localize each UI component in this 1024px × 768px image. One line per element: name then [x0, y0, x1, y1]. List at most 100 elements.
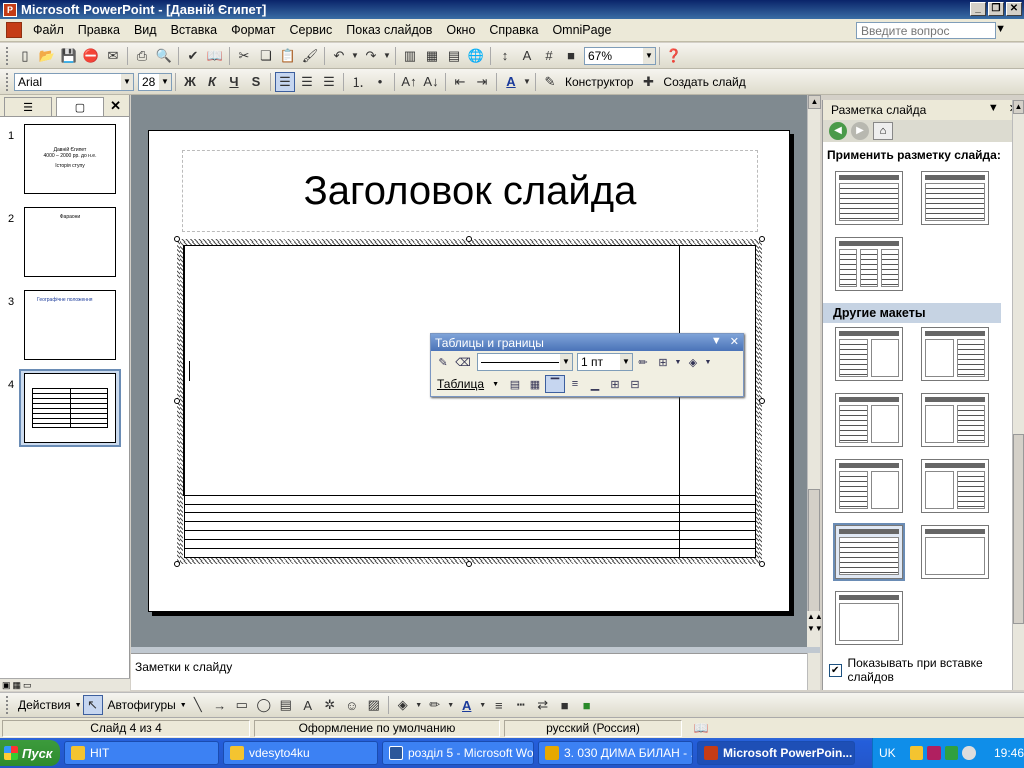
window-title-bar[interactable]: P Microsoft PowerPoint - [Давній Єгипет]…	[0, 0, 1024, 19]
designer-icon[interactable]: ✎	[540, 72, 560, 92]
print-icon[interactable]: ⎙	[132, 46, 152, 66]
font-color-icon[interactable]: A	[501, 72, 521, 92]
redo-dropdown-icon[interactable]: ▼	[383, 46, 391, 66]
eraser-icon[interactable]: ⌫	[453, 353, 473, 371]
merge-cells-icon[interactable]: ▤	[505, 375, 525, 393]
align-right-icon[interactable]: ☰	[319, 72, 339, 92]
tray-icon[interactable]	[962, 746, 976, 760]
next-slide-icon[interactable]: ▼▼	[807, 623, 823, 635]
line-style-icon[interactable]: ≡	[489, 695, 509, 715]
font-size-dropdown-icon[interactable]: ▼	[159, 73, 171, 90]
minimize-button[interactable]: _	[970, 2, 986, 16]
toolbar-close-icon[interactable]: ✕	[730, 335, 739, 348]
align-top-icon[interactable]: ▔	[545, 375, 565, 393]
table-cell[interactable]	[678, 503, 757, 514]
task-pane-scrollbar[interactable]: ▲	[1012, 100, 1024, 690]
new-icon[interactable]: ▯	[15, 46, 35, 66]
fill-color-dropdown-icon[interactable]: ▼	[415, 695, 423, 715]
resize-handle[interactable]	[466, 236, 472, 242]
show-on-insert-option[interactable]: ✔ Показывать при вставке слайдов	[823, 656, 1024, 684]
layout-option[interactable]	[921, 393, 989, 447]
help-icon[interactable]: ❓	[664, 46, 684, 66]
3d-style-icon[interactable]: ■	[577, 695, 597, 715]
italic-button[interactable]: К	[202, 72, 222, 92]
menu-file[interactable]: Файл	[26, 23, 71, 37]
select-pointer-icon[interactable]: ↖	[82, 695, 103, 715]
help-dropdown-icon[interactable]: ▼	[995, 23, 1006, 35]
outside-borders-icon[interactable]: ⊞	[653, 353, 673, 371]
task-button[interactable]: 3. 030 ДИМА БИЛАН - ...	[538, 741, 693, 765]
oval-icon[interactable]: ◯	[254, 695, 274, 715]
new-slide-button[interactable]: Создать слайд	[663, 75, 745, 89]
undo-icon[interactable]: ↶	[329, 46, 349, 66]
close-button[interactable]: ✕	[1006, 2, 1022, 16]
resize-handle[interactable]	[759, 398, 765, 404]
border-width-select[interactable]: 1 пт ▼	[577, 353, 633, 371]
slide-thumbnail-1[interactable]: Давній Єгипет 4000 – 2000 рр. до н.е. Іс…	[24, 124, 116, 194]
notes-pane[interactable]: Заметки к слайду	[131, 653, 820, 690]
slide-thumbnail-2[interactable]: Фараони	[24, 207, 116, 277]
save-icon[interactable]: 💾	[59, 46, 79, 66]
border-style-select[interactable]: ▼	[477, 353, 573, 371]
help-search-input[interactable]	[856, 22, 996, 39]
designer-button[interactable]: Конструктор	[565, 75, 633, 89]
tables-toolbar-titlebar[interactable]: Таблицы и границы ▼ ✕	[431, 334, 743, 351]
tray-icon[interactable]	[944, 746, 959, 760]
normal-view-icon[interactable]: ▣	[2, 680, 11, 691]
border-color-icon[interactable]: ✏	[633, 353, 653, 371]
spelling-icon[interactable]: ✔	[183, 46, 203, 66]
task-pane-menu-icon[interactable]: ▼	[988, 102, 999, 115]
forward-icon[interactable]: ▶	[851, 122, 869, 140]
task-button-active[interactable]: Microsoft PowerPoin...	[697, 741, 855, 765]
insert-hyperlink-icon[interactable]: 🌐	[466, 46, 486, 66]
table-cell[interactable]	[678, 521, 757, 532]
layout-option[interactable]	[921, 327, 989, 381]
vertical-scrollbar[interactable]: ▲	[807, 95, 821, 647]
numbering-icon[interactable]: ⒈	[348, 72, 368, 92]
zoom-select[interactable]: 67% ▼	[584, 46, 656, 65]
table-cell[interactable]	[678, 512, 757, 523]
menu-insert[interactable]: Вставка	[164, 23, 224, 37]
resize-handle[interactable]	[174, 398, 180, 404]
new-slide-icon[interactable]: ✚	[638, 72, 658, 92]
toolbar-options-icon[interactable]: ▼	[711, 335, 722, 348]
copy-icon[interactable]: ❏	[256, 46, 276, 66]
task-button[interactable]: розділ 5 - Microsoft Word	[382, 741, 534, 765]
slide-thumbnail-4[interactable]	[24, 373, 116, 443]
table-cell[interactable]	[183, 494, 680, 505]
resize-handle[interactable]	[466, 561, 472, 567]
table-menu-button[interactable]: Таблица	[437, 377, 484, 391]
tab-outline[interactable]: ☰	[4, 97, 52, 116]
table-cell[interactable]	[183, 548, 680, 558]
paste-icon[interactable]: 📋	[278, 46, 298, 66]
layout-option-table-selected[interactable]	[833, 523, 905, 581]
borders-dropdown-icon[interactable]: ▼	[673, 353, 683, 371]
powerpoint-app-icon[interactable]: P	[3, 2, 17, 17]
document-icon[interactable]	[6, 22, 22, 38]
align-middle-icon[interactable]: ≡	[565, 375, 585, 393]
prev-slide-icon[interactable]: ▲▲	[807, 611, 823, 623]
table-cell[interactable]	[183, 521, 680, 532]
insert-table-icon[interactable]: ▦	[422, 46, 442, 66]
line-color-icon[interactable]: ✏	[425, 695, 445, 715]
resize-handle[interactable]	[174, 561, 180, 567]
slide-table-frame[interactable]	[177, 239, 762, 564]
table-cell[interactable]	[678, 494, 757, 505]
layout-option[interactable]	[835, 327, 903, 381]
menu-slideshow[interactable]: Показ слайдов	[339, 23, 439, 37]
align-left-icon[interactable]: ☰	[275, 71, 295, 92]
line-color-dropdown-icon[interactable]: ▼	[447, 695, 455, 715]
menu-omnipage[interactable]: OmniPage	[545, 23, 618, 37]
print-preview-icon[interactable]: 🔍	[154, 46, 174, 66]
fill-color-icon[interactable]: ◈	[393, 695, 413, 715]
resize-handle[interactable]	[759, 561, 765, 567]
notes-scrollbar[interactable]	[807, 653, 820, 690]
show-on-insert-checkbox[interactable]: ✔	[829, 663, 842, 677]
slide-table[interactable]	[182, 245, 757, 558]
shadow-button[interactable]: S	[246, 72, 266, 92]
font-dropdown-icon[interactable]: ▼	[121, 73, 133, 90]
table-menu-dropdown-icon[interactable]: ▼	[492, 381, 499, 388]
slide-thumbnail-3[interactable]: Географічне положення	[24, 290, 116, 360]
align-center-icon[interactable]: ☰	[297, 72, 317, 92]
scroll-up-icon[interactable]: ▲	[1013, 100, 1024, 114]
